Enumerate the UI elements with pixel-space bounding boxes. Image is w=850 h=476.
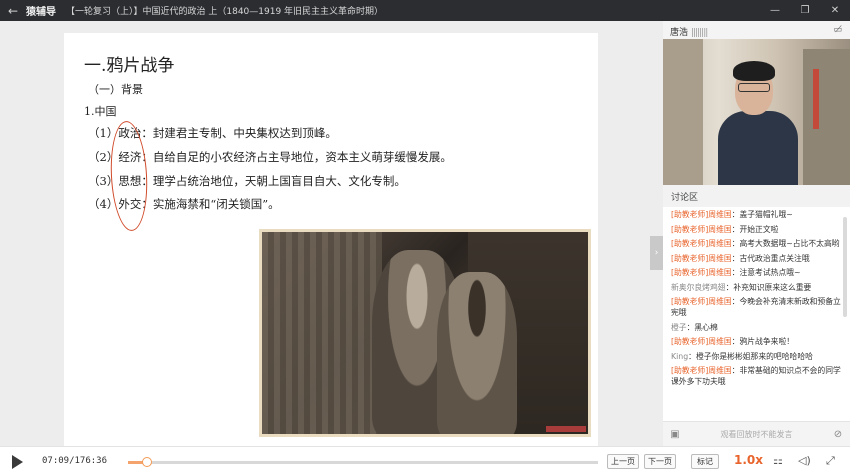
- chat-message: [助教老师]周维国：开始正文啦: [671, 224, 779, 234]
- discussion-header: 讨论区: [663, 185, 850, 207]
- photo-figure-youth: [437, 272, 517, 434]
- total-time: /176:36: [69, 456, 108, 466]
- speed-button[interactable]: 1.0x: [734, 453, 763, 467]
- mark-button[interactable]: 标记: [691, 454, 719, 469]
- chat-message: [助教老师]周维国：非常基础的知识点不会的同学课外多下功夫哦: [671, 366, 841, 386]
- slide-title: 一.鸦片战争: [84, 56, 175, 76]
- slide-subtitle: （一）背景: [88, 83, 143, 96]
- chat-message: 橙子：黑心棉: [671, 322, 718, 332]
- chat-message: [助教老师]周维国：古代政治重点关注哦: [671, 253, 810, 263]
- fullscreen-icon[interactable]: ⤢: [826, 454, 835, 468]
- close-icon[interactable]: ✕: [820, 0, 850, 21]
- chat-message: [助教老师]周维国：鸦片战争来啦！: [671, 337, 795, 346]
- chat-input-bar: ▣ 观看回放时不能发言 ⊘: [663, 421, 850, 446]
- player-controls: 07:09/176:36 上一页 下一页 标记 1.0x ⚏ ◁) ⤢: [0, 446, 850, 476]
- chat-scrollbar[interactable]: [843, 217, 847, 317]
- back-arrow-icon[interactable]: ←: [0, 4, 26, 18]
- camera-off-icon[interactable]: ▭̸: [833, 25, 842, 35]
- window-title: 【一轮复习（上）】中国近代的政治 上（1840—1919 年旧民主主义革命时期）: [66, 7, 384, 17]
- app-name: 猿辅导: [26, 7, 56, 18]
- title-bar: ← 猿辅导 【一轮复习（上）】中国近代的政治 上（1840—1919 年旧民主主…: [0, 0, 850, 21]
- side-panel: 唐浩 |||||||| ▭̸ 讨论区 [助教老师]周维国：盖子猫帽礼哦~ [助教老…: [663, 21, 850, 446]
- chat-message: [助教老师]周维国：注意考试热点哦~: [671, 268, 801, 277]
- window-controls: — ❐ ✕: [760, 0, 850, 21]
- historical-photo: [259, 229, 591, 437]
- teacher-camera: 唐浩 |||||||| ▭̸: [663, 21, 850, 185]
- chat-message: King：橙子你是彬彬姐那来的吧哈哈哈哈: [671, 351, 813, 361]
- current-time: 07:09: [42, 456, 70, 466]
- video-area[interactable]: 一.鸦片战争 （一）背景 1.中国 （1）政治：封建君主专制、中央集权达到顶峰。…: [0, 21, 663, 446]
- teacher-video: [663, 39, 850, 185]
- chat-message: [助教老师]周维国：盖子猫帽礼哦~: [671, 210, 793, 219]
- teacher-name: 唐浩: [670, 28, 689, 38]
- restore-icon[interactable]: ❐: [790, 0, 820, 21]
- chat-input-placeholder: 观看回放时不能发言: [720, 429, 793, 439]
- prev-page-button[interactable]: 上一页: [607, 454, 639, 469]
- lecture-slide: 一.鸦片战争 （一）背景 1.中国 （1）政治：封建君主专制、中央集权达到顶峰。…: [64, 33, 598, 446]
- chat-message: [助教老师]周维国：高考大数据哦~占比不太高哟: [671, 239, 840, 248]
- minimize-icon[interactable]: —: [760, 0, 790, 21]
- next-page-button[interactable]: 下一页: [644, 454, 676, 469]
- disabled-icon: ⊘: [833, 428, 843, 440]
- volume-icon[interactable]: ◁): [798, 454, 811, 467]
- chat-message: [助教老师]周维国：今晚会补充清末新政和预备立宪哦: [671, 297, 841, 317]
- image-icon[interactable]: ▣: [663, 429, 687, 440]
- chat-message: 新奥尔良烤鸡翅：补充知识原来这么重要: [671, 282, 812, 292]
- progress-track[interactable]: [128, 457, 598, 467]
- slide-heading: 1.中国: [84, 105, 117, 118]
- collapse-panel-icon[interactable]: ›: [650, 236, 663, 270]
- audio-level-icon: ||||||||: [691, 28, 708, 38]
- chat-messages[interactable]: [助教老师]周维国：盖子猫帽礼哦~ [助教老师]周维国：开始正文啦 [助教老师]…: [663, 209, 850, 421]
- progress-handle[interactable]: [141, 457, 152, 467]
- playlist-icon[interactable]: ⚏: [773, 454, 783, 467]
- play-icon[interactable]: [12, 455, 23, 469]
